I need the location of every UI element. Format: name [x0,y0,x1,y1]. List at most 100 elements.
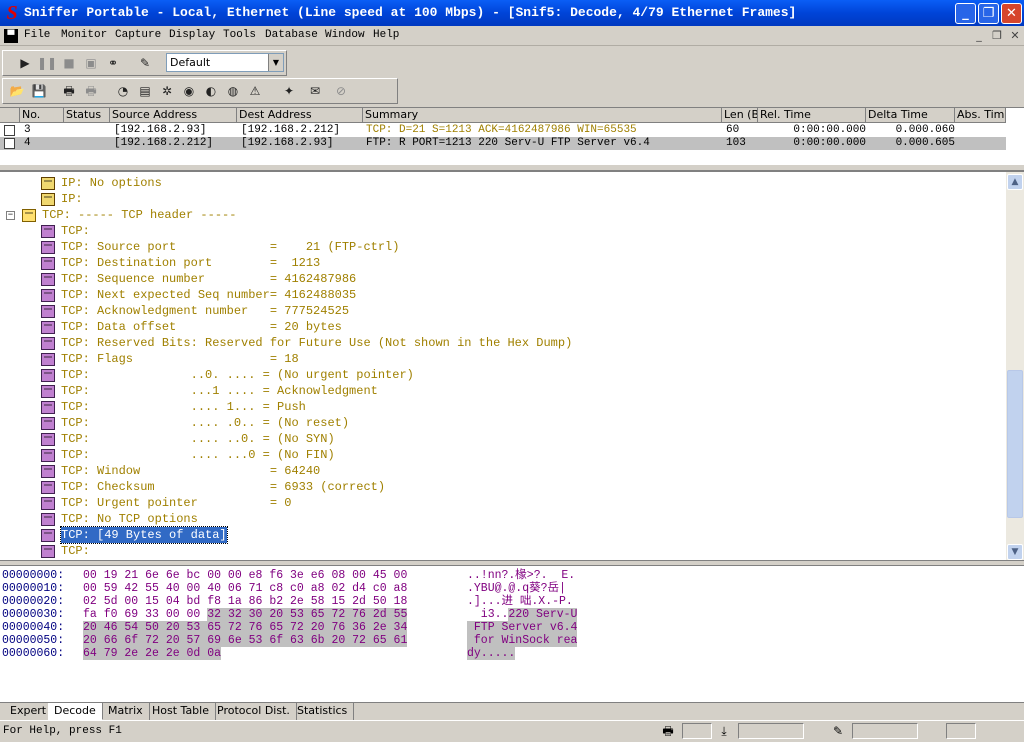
decode-line[interactable]: TCP: ...1 .... = Acknowledgment [0,383,1004,399]
tab-protocol-dist[interactable]: Protocol Dist. [211,703,297,720]
packet-cell-delta-time: 0.000.060 [895,124,955,136]
column-header-abs-time[interactable]: Abs. Time [955,108,1006,123]
tcp-header-node[interactable]: − TCP: ----- TCP header ----- [0,207,1004,223]
column-header-summary[interactable]: Summary [363,108,722,123]
packet-row[interactable]: 3 [192.168.2.93] [192.168.2.212] TCP: D=21 … [0,124,1006,137]
decode-scroll-thumb[interactable] [1007,370,1023,518]
stop-and-display-icon[interactable]: ▣ [81,53,101,73]
hex-row[interactable]: 00000060: 64 79 2e 2e 2e 0d 0a dy..... [2,647,602,660]
decode-line[interactable]: TCP: .... ..0. = (No SYN) [0,431,1004,447]
column-header-dest-address[interactable]: Dest Address [237,108,363,123]
decode-line[interactable]: TCP: Checksum = 6933 (correct) [0,479,1004,495]
decode-line[interactable]: TCP: Window = 64240 [0,463,1004,479]
column-header-no[interactable]: No. [20,108,64,123]
hex-row[interactable]: 00000030: fa f0 69 33 00 00 32 32 30 20 … [2,608,602,621]
restore-button[interactable]: ❐ [978,3,999,24]
tab-matrix[interactable]: Matrix [102,703,150,720]
minimize-button[interactable]: _ [955,3,976,24]
chevron-down-icon[interactable]: ▼ [268,54,283,71]
menu-monitor[interactable]: Monitor [61,29,107,41]
packet-row-checkbox[interactable] [4,138,15,149]
tab-statistics[interactable]: Statistics [291,703,355,720]
decode-line[interactable]: TCP: Data offset = 20 bytes [0,319,1004,335]
print-preview-icon[interactable]: 🖶 [81,81,101,101]
define-filter-icon[interactable]: ✎ [135,53,155,73]
hex-ascii: i3.. [467,608,509,621]
packet-row[interactable]: 4 [192.168.2.212] [192.168.2.93] FTP: R POR… [0,137,1006,150]
dashboard-icon[interactable]: ◔ [113,81,133,101]
title-bar[interactable]: S Sniffer Portable - Local, Ethernet (Li… [0,0,1024,26]
menu-display[interactable]: Display [169,29,215,41]
decode-line[interactable]: IP: [0,191,1004,207]
decode-scrollbar[interactable]: ▲ ▼ [1006,172,1024,560]
address-book-icon[interactable]: ✦ [279,81,299,101]
document-system-menu-icon[interactable]: ▀ [4,29,18,43]
tab-expert[interactable]: Expert [4,703,54,720]
scroll-down-icon[interactable]: ▼ [1007,544,1023,560]
decode-line[interactable]: TCP: ..0. .... = (No urgent pointer) [0,367,1004,383]
menu-database[interactable]: Database [265,29,318,41]
decode-line[interactable]: TCP: Acknowledgment number = 777524525 [0,303,1004,319]
decode-line[interactable]: TCP: [49 Bytes of data] [0,526,1004,544]
doc-restore-icon[interactable]: ❐ [990,29,1004,43]
hex-row[interactable]: 00000040: 20 46 54 50 20 53 65 72 76 65 … [2,621,602,634]
decode-line[interactable]: TCP: Flags = 18 [0,351,1004,367]
host-table-icon[interactable]: ▤ [135,81,155,101]
binoculars-icon[interactable]: ⚭ [103,53,123,73]
pause-capture-icon[interactable]: ❚❚ [37,53,57,73]
menu-help[interactable]: Help [373,29,399,41]
tab-decode[interactable]: Decode [48,703,103,720]
hex-row[interactable]: 00000020: 02 5d 00 15 04 bd f8 1a 86 b2 … [2,595,602,608]
field-icon [41,497,55,510]
filter-profile-select[interactable]: Default ▼ [166,53,284,72]
tab-host-table[interactable]: Host Table [146,703,216,720]
save-icon[interactable]: 💾 [29,81,49,101]
decode-line[interactable]: TCP: Next expected Seq number= 416248803… [0,287,1004,303]
menu-window[interactable]: Window [325,29,365,41]
decode-line[interactable]: TCP: Source port = 21 (FTP-ctrl) [0,239,1004,255]
matrix-icon[interactable]: ✲ [157,81,177,101]
decode-line[interactable]: TCP: [0,543,1004,559]
decode-line[interactable]: TCP: .... .0.. = (No reset) [0,415,1004,431]
stop-capture-icon[interactable]: ■ [59,53,79,73]
sniffer-app-icon[interactable]: S [3,3,21,23]
column-header-length[interactable]: Len (B [722,108,758,123]
scroll-up-icon[interactable]: ▲ [1007,174,1023,190]
column-header-select[interactable] [0,108,20,123]
ping-icon[interactable]: ✉ [305,81,325,101]
doc-minimize-icon[interactable]: _ [972,29,986,43]
decode-line[interactable]: TCP: Urgent pointer = 0 [0,495,1004,511]
global-statistics-icon[interactable]: ◍ [223,81,243,101]
decode-line[interactable]: TCP: Reserved Bits: Reserved for Future … [0,335,1004,351]
decode-line[interactable]: TCP: .... ...0 = (No FIN) [0,447,1004,463]
menu-file[interactable]: File [24,29,50,41]
column-header-delta-time[interactable]: Delta Time [866,108,955,123]
status-panel-4 [946,723,976,739]
hex-row[interactable]: 00000050: 20 66 6f 72 20 57 69 6e 53 6f … [2,634,602,647]
doc-close-icon[interactable]: ✕ [1008,29,1022,43]
open-folder-icon[interactable]: 📂 [7,81,27,101]
column-header-status[interactable]: Status [64,108,110,123]
hex-bytes-area: fa f0 69 33 00 00 32 32 30 20 53 65 72 7… [83,608,408,621]
packet-row-checkbox[interactable] [4,125,15,136]
decode-line[interactable]: IP: No options [0,175,1004,191]
menu-tools[interactable]: Tools [223,29,256,41]
art-icon[interactable]: ◉ [179,81,199,101]
decode-line[interactable]: TCP: Sequence number = 4162487986 [0,271,1004,287]
alarm-log-icon[interactable]: ⚠ [245,81,265,101]
protocol-dist-icon[interactable]: ◐ [201,81,221,101]
decode-line[interactable]: TCP: [0,223,1004,239]
decode-line[interactable]: TCP: .... 1... = Push [0,399,1004,415]
close-button[interactable]: ✕ [1001,3,1022,24]
start-capture-icon[interactable]: ▶ [15,53,35,73]
menu-capture[interactable]: Capture [115,29,161,41]
collapse-icon[interactable]: − [6,211,15,220]
hex-row[interactable]: 00000010: 00 59 42 55 40 00 40 06 71 c8 … [2,582,602,595]
hex-row[interactable]: 00000000: 00 19 21 6e 6e bc 00 00 e8 f6 … [2,569,602,582]
print-icon[interactable]: 🖶 [59,81,79,101]
stop-icon[interactable]: ⊘ [331,81,351,101]
column-header-source-address[interactable]: Source Address [110,108,237,123]
decode-line[interactable]: TCP: No TCP options [0,511,1004,527]
column-header-rel-time[interactable]: Rel. Time [758,108,866,123]
decode-line[interactable]: TCP: Destination port = 1213 [0,255,1004,271]
